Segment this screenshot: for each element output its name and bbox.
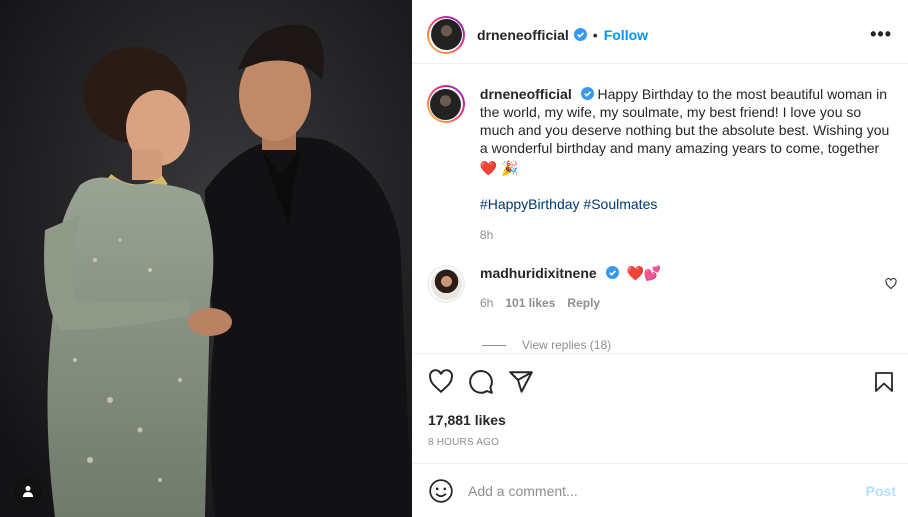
verified-badge-icon (580, 87, 594, 100)
emoji-icon[interactable] (428, 478, 454, 504)
comment-timestamp[interactable]: 6h (480, 296, 493, 310)
heart-icon[interactable] (428, 369, 454, 395)
comment-icon[interactable] (468, 369, 494, 395)
more-options-icon[interactable]: ••• (870, 24, 892, 45)
tagged-users-button[interactable] (14, 477, 42, 505)
bookmark-icon[interactable] (872, 370, 896, 394)
action-bar: 17,881 likes 8 HOURS AGO (412, 353, 908, 463)
user-icon (23, 486, 33, 497)
post-details-panel: drneneofficial • Follow ••• drneneoffici… (412, 0, 908, 517)
comment-input[interactable] (468, 482, 838, 499)
caption-hashtags[interactable]: #HappyBirthday #Soulmates (480, 195, 897, 213)
reply-button[interactable]: Reply (567, 296, 600, 310)
post-image[interactable] (0, 0, 412, 517)
comment-likes[interactable]: 101 likes (505, 296, 555, 310)
caption-emoji: ❤️ 🎉 (479, 160, 519, 176)
caption-username[interactable]: drneneofficial (480, 86, 572, 102)
author-username[interactable]: drneneofficial (477, 27, 569, 43)
post-header: drneneofficial • Follow ••• (412, 6, 908, 64)
post-timestamp[interactable]: 8 HOURS AGO (428, 437, 499, 448)
comment-composer: Post (412, 463, 908, 517)
post-comment-button[interactable]: Post (866, 483, 896, 499)
caption: drneneofficial Happy Birthday to the mos… (427, 85, 897, 244)
verified-badge-icon (605, 266, 619, 279)
comment-like-heart-icon[interactable] (885, 278, 897, 290)
verified-badge-icon (573, 28, 587, 41)
follow-button[interactable]: Follow (604, 27, 648, 43)
author-avatar[interactable] (427, 15, 465, 54)
replies-divider (482, 344, 506, 346)
caption-avatar[interactable] (427, 85, 465, 123)
view-replies-button[interactable]: View replies (18) (482, 338, 611, 352)
couple-photo (0, 0, 412, 517)
commenter-avatar[interactable] (427, 265, 465, 303)
commenter-username[interactable]: madhuridixitnene (480, 265, 597, 281)
comment-item: madhuridixitnene ❤️💕 6h 101 likes Reply (427, 265, 897, 310)
view-replies-label: View replies (18) (522, 338, 612, 352)
comments-section[interactable]: drneneofficial Happy Birthday to the mos… (412, 65, 908, 353)
separator-dot: • (592, 26, 598, 43)
likes-count[interactable]: 17,881 likes (428, 412, 506, 428)
caption-timestamp[interactable]: 8h (480, 226, 897, 244)
share-icon[interactable] (508, 369, 534, 395)
comment-text: ❤️💕 (626, 265, 662, 281)
